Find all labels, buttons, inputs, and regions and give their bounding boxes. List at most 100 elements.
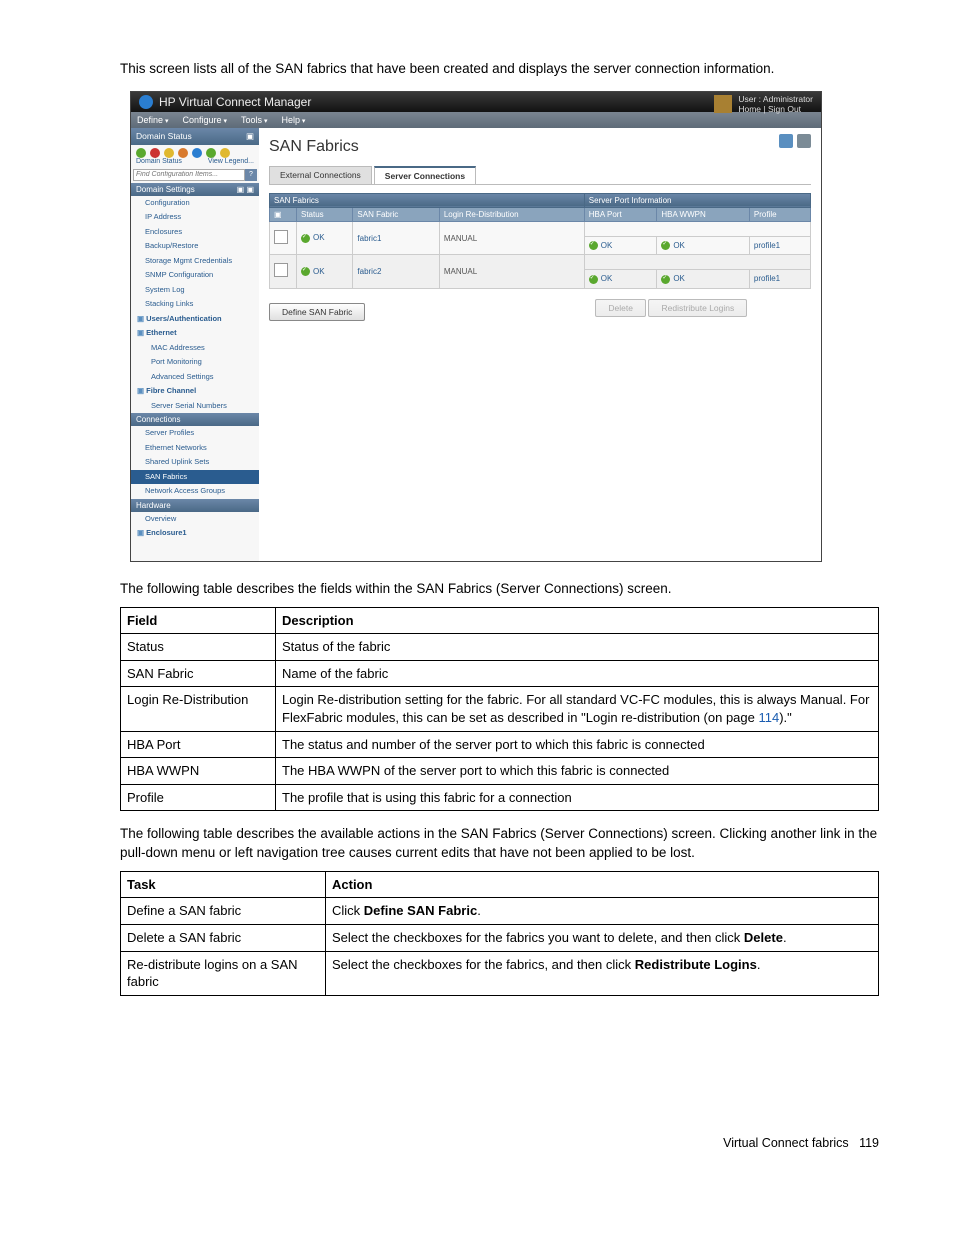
table-row: SAN Fabric Name of the fabric [121, 660, 879, 687]
sidebar-item-network-access[interactable]: Network Access Groups [131, 484, 259, 499]
cell-profile[interactable]: profile1 [749, 270, 810, 288]
sidebar-connections-header[interactable]: Connections [131, 413, 259, 426]
collapse-icon[interactable]: ▣ [246, 131, 254, 142]
menubar: Define Configure Tools Help [131, 112, 821, 128]
status-ok-icon [301, 267, 310, 276]
sidebar-item-ipaddress[interactable]: IP Address [131, 210, 259, 225]
cell-hbawwpn: OK [673, 241, 685, 250]
status-info-icon [192, 148, 202, 158]
user-label: User : Administrator [738, 94, 813, 104]
table-row: OK fabric2 MANUAL [270, 255, 811, 270]
col-login: Login Re-Distribution [439, 207, 584, 221]
home-icon[interactable] [714, 95, 732, 113]
sidebar-item-fibre-channel[interactable]: Fibre Channel [131, 384, 259, 399]
status-ok-icon [301, 234, 310, 243]
sidebar-item-stacking[interactable]: Stacking Links [131, 297, 259, 312]
status-ok-icon [661, 275, 670, 284]
status-other-icon [206, 148, 216, 158]
table-row: Re-distribute logins on a SAN fabric Sel… [121, 951, 879, 995]
cell-fabric[interactable]: fabric1 [353, 221, 439, 254]
actions-header-task: Task [121, 871, 326, 898]
domain-status-header: Domain Status ▣ [131, 128, 259, 145]
menu-help[interactable]: Help [281, 115, 305, 125]
menu-tools[interactable]: Tools [241, 115, 267, 125]
fields-caption: The following table describes the fields… [120, 580, 879, 599]
sidebar-item-port-monitoring[interactable]: Port Monitoring [131, 355, 259, 370]
col-checkbox: ▣ [270, 207, 297, 221]
cell-login: MANUAL [439, 255, 584, 288]
sidebar-item-configuration[interactable]: Configuration [131, 196, 259, 211]
search-input[interactable] [133, 169, 245, 181]
sidebar-item-eth-networks[interactable]: Ethernet Networks [131, 441, 259, 456]
status-ok-icon [661, 241, 670, 250]
search-box: ? [133, 169, 257, 181]
cell-hbaport: OK [601, 241, 613, 250]
status-ok-icon [589, 241, 598, 250]
table-row: HBA Port The status and number of the se… [121, 731, 879, 758]
sidebar-item-systemlog[interactable]: System Log [131, 283, 259, 298]
row-checkbox[interactable] [274, 230, 288, 244]
tab-external-connections[interactable]: External Connections [269, 166, 372, 184]
col-profile: Profile [749, 207, 810, 221]
menu-configure[interactable]: Configure [182, 115, 227, 125]
intro-paragraph: This screen lists all of the SAN fabrics… [120, 60, 879, 79]
page-footer: Virtual Connect fabrics 119 [120, 1136, 879, 1150]
home-signout-links[interactable]: Home | Sign Out [738, 104, 801, 114]
table-row: Status Status of the fabric [121, 634, 879, 661]
cell-fabric[interactable]: fabric2 [353, 255, 439, 288]
status-icons-row [131, 145, 259, 158]
print-icon[interactable] [779, 134, 793, 148]
menu-define[interactable]: Define [137, 115, 168, 125]
fields-header-field: Field [121, 607, 276, 634]
app-window: HP Virtual Connect Manager User : Admini… [130, 91, 822, 562]
status-text: OK [313, 267, 325, 276]
status-critical-icon [150, 148, 160, 158]
sidebar-item-users-auth[interactable]: Users/Authentication [131, 312, 259, 327]
status-unknown-icon [220, 148, 230, 158]
col-status: Status [297, 207, 353, 221]
main-pane: SAN Fabrics External Connections Server … [259, 128, 821, 561]
table-row: Define a SAN fabric Click Define SAN Fab… [121, 898, 879, 925]
sidebar-item-enclosures[interactable]: Enclosures [131, 225, 259, 240]
sidebar-item-enclosure1[interactable]: Enclosure1 [131, 526, 259, 541]
delete-button[interactable]: Delete [595, 299, 646, 317]
status-minor-icon [178, 148, 188, 158]
sidebar: Domain Status ▣ Domain Status View Legen… [131, 128, 259, 561]
domain-settings-header[interactable]: Domain Settings▣ ▣ [131, 183, 259, 196]
sidebar-item-ethernet[interactable]: Ethernet [131, 326, 259, 341]
sidebar-item-mac[interactable]: MAC Addresses [131, 341, 259, 356]
status-warning-icon [164, 148, 174, 158]
cell-profile[interactable]: profile1 [749, 236, 810, 254]
view-legend-link[interactable]: View Legend... [208, 158, 254, 165]
sidebar-hardware-header[interactable]: Hardware [131, 499, 259, 512]
page-link-114[interactable]: 114 [758, 710, 779, 725]
sidebar-item-advanced[interactable]: Advanced Settings [131, 370, 259, 385]
cell-login: MANUAL [439, 221, 584, 254]
col-fabric: SAN Fabric [353, 207, 439, 221]
domain-status-text: Domain Status [136, 158, 182, 165]
redistribute-logins-button[interactable]: Redistribute Logins [648, 299, 747, 317]
col-hbawwpn: HBA WWPN [657, 207, 750, 221]
sidebar-item-overview[interactable]: Overview [131, 512, 259, 527]
sidebar-item-shared-uplink[interactable]: Shared Uplink Sets [131, 455, 259, 470]
table-row: Profile The profile that is using this f… [121, 784, 879, 811]
sidebar-item-backup[interactable]: Backup/Restore [131, 239, 259, 254]
sidebar-item-server-serial[interactable]: Server Serial Numbers [131, 399, 259, 414]
sidebar-item-san-fabrics[interactable]: SAN Fabrics [131, 470, 259, 485]
actions-caption: The following table describes the availa… [120, 825, 879, 863]
help-icon[interactable] [797, 134, 811, 148]
define-san-fabric-button[interactable]: Define SAN Fabric [269, 303, 365, 321]
table-group-server-port: Server Port Information [584, 193, 810, 207]
fields-header-description: Description [276, 607, 879, 634]
sidebar-item-storage-credentials[interactable]: Storage Mgmt Credentials [131, 254, 259, 269]
fields-table: Field Description Status Status of the f… [120, 607, 879, 811]
page-title: SAN Fabrics [269, 138, 811, 156]
hp-logo-icon [139, 95, 153, 109]
actions-table: Task Action Define a SAN fabric Click De… [120, 871, 879, 996]
actions-header-action: Action [326, 871, 879, 898]
tab-server-connections[interactable]: Server Connections [374, 166, 476, 184]
sidebar-item-server-profiles[interactable]: Server Profiles [131, 426, 259, 441]
row-checkbox[interactable] [274, 263, 288, 277]
search-go-icon[interactable]: ? [245, 169, 257, 181]
sidebar-item-snmp[interactable]: SNMP Configuration [131, 268, 259, 283]
